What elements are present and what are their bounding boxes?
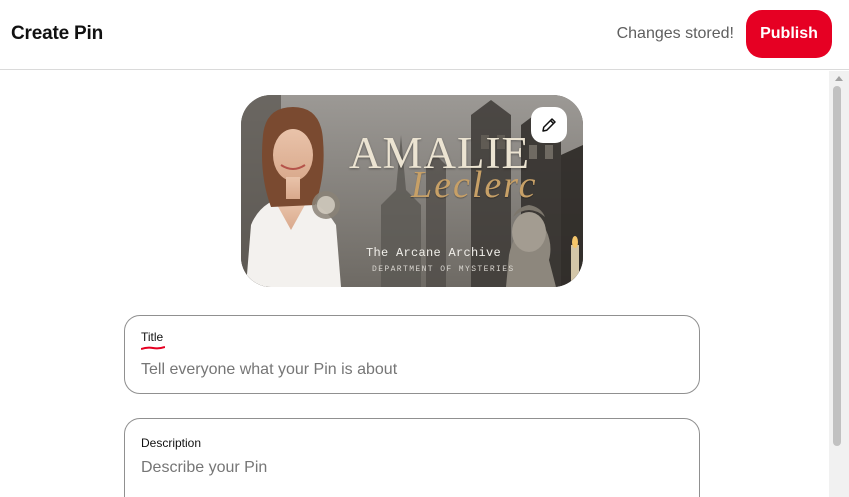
page-title: Create Pin [11,23,103,44]
description-field[interactable]: Description [124,418,700,497]
title-label: Title [141,330,164,344]
pin-subtitle-text: The Arcane Archive [366,246,502,260]
publish-button[interactable]: Publish [746,10,832,58]
title-field[interactable]: Title [124,315,700,394]
spellcheck-underline [141,346,165,350]
description-label: Description [141,436,202,450]
title-input[interactable] [141,359,681,381]
pencil-icon [542,118,556,132]
scrollbar-thumb[interactable] [833,86,841,446]
description-input[interactable] [141,459,681,497]
edit-image-button[interactable] [531,107,567,143]
top-bar: Create Pin Changes stored! Publish [0,0,849,70]
scroll-up-arrow-icon[interactable] [829,72,849,86]
pin-script-text: Leclerc [411,164,538,206]
save-status: Changes stored! [616,25,734,42]
pin-tagline-text: DEPARTMENT OF MYSTERIES [372,265,515,274]
